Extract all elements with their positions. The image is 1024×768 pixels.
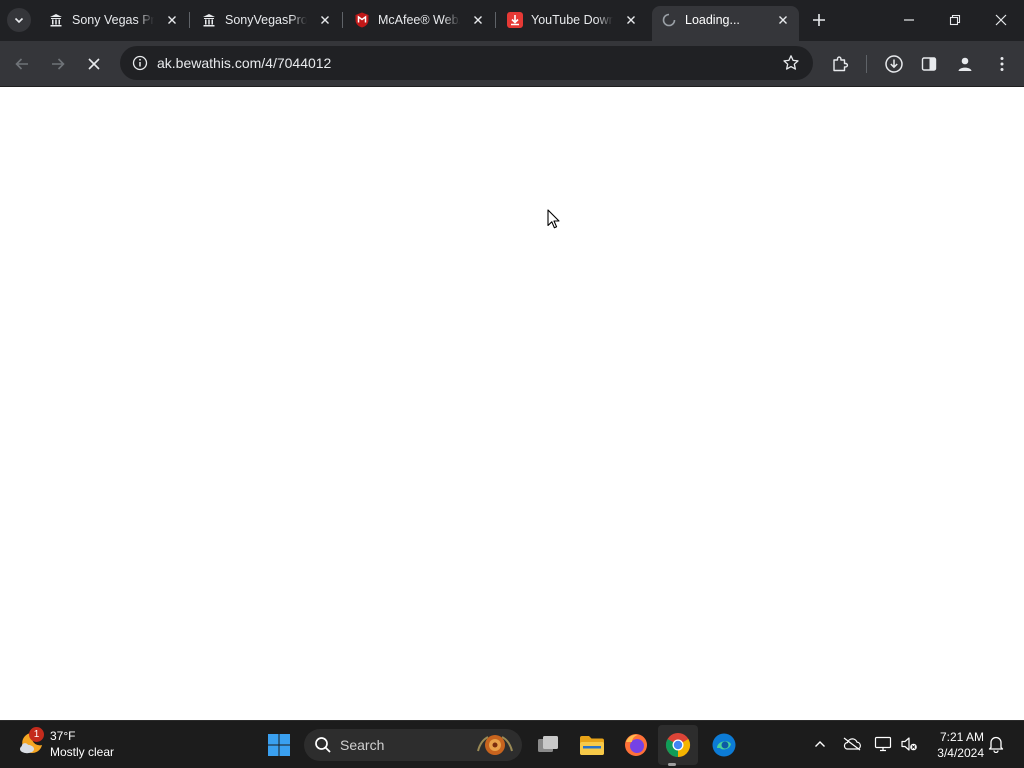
address-bar[interactable]: ak.bewathis.com/4/7044012	[120, 46, 813, 80]
extensions-button[interactable]	[826, 50, 854, 78]
chrome-icon	[665, 733, 691, 757]
tab-search-button[interactable]	[7, 8, 31, 32]
forward-button[interactable]	[44, 50, 72, 78]
close-icon	[88, 58, 100, 70]
chrome-taskbar-button[interactable]	[658, 725, 698, 765]
profile-button[interactable]	[951, 50, 979, 78]
clock-time: 7:21 AM	[939, 730, 984, 744]
network-icon[interactable]	[872, 733, 894, 755]
plus-icon	[813, 14, 825, 26]
chrome-menu-button[interactable]	[988, 50, 1016, 78]
windows-taskbar: 1 37°F Mostly clear Search 7:21 AM 3/4/2…	[0, 720, 1024, 768]
close-icon[interactable]	[317, 12, 333, 28]
minimize-icon	[904, 19, 914, 21]
close-icon[interactable]	[623, 12, 639, 28]
taskbar-search-box[interactable]: Search	[304, 729, 522, 761]
notification-badge: 1	[29, 727, 44, 742]
arrow-left-icon	[15, 58, 28, 70]
restore-icon	[949, 14, 961, 26]
tab-title: Loading...	[685, 13, 740, 27]
stop-loading-button[interactable]	[80, 50, 108, 78]
chevron-up-icon	[815, 741, 825, 747]
person-icon	[958, 57, 972, 71]
back-button[interactable]	[8, 50, 36, 78]
firefox-button[interactable]	[616, 725, 656, 765]
search-label: Search	[340, 737, 385, 753]
task-view-button[interactable]	[528, 725, 568, 765]
tab-strip: Sony Vegas Pro SonyVegasPro1 McAfee® Web…	[0, 0, 1024, 41]
toolbar-separator	[866, 55, 867, 73]
notification-bell-icon[interactable]	[985, 733, 1007, 755]
volume-muted-icon[interactable]	[898, 733, 920, 755]
folder-icon	[580, 736, 604, 755]
downloads-button[interactable]	[880, 50, 908, 78]
weather-condition: Mostly clear	[50, 745, 115, 759]
tab-sonyvegaspro1[interactable]: SonyVegasPro1	[201, 7, 333, 33]
browser-toolbar: ak.bewathis.com/4/7044012	[0, 41, 1024, 87]
mouse-cursor-icon	[547, 209, 560, 229]
more-vert-icon	[1000, 57, 1004, 71]
weather-temperature: 37°F	[50, 729, 76, 743]
side-panel-icon	[921, 57, 937, 71]
side-panel-button[interactable]	[915, 50, 943, 78]
mcafee-shield-icon	[354, 12, 370, 28]
close-icon[interactable]	[775, 12, 791, 28]
edge-icon	[712, 733, 736, 757]
tab-mcafee-webadvisor[interactable]: McAfee® WebAdvisor	[354, 7, 486, 33]
url-text[interactable]: ak.bewathis.com/4/7044012	[157, 55, 331, 71]
tab-title: SonyVegasPro1	[225, 13, 307, 27]
download-icon	[885, 55, 903, 73]
restore-button[interactable]	[932, 0, 978, 40]
close-window-button[interactable]	[978, 0, 1024, 40]
tab-title: Sony Vegas Pro	[72, 13, 154, 27]
close-icon	[995, 14, 1007, 26]
tab-separator	[495, 12, 496, 28]
arrow-right-icon	[52, 58, 65, 70]
onedrive-icon[interactable]	[841, 733, 863, 755]
loading-spinner-icon	[661, 12, 677, 28]
chevron-down-icon	[14, 17, 24, 24]
tab-sony-vegas-pro[interactable]: Sony Vegas Pro	[48, 7, 180, 33]
tab-separator	[342, 12, 343, 28]
page-content	[0, 87, 1024, 720]
tab-separator	[189, 12, 190, 28]
search-icon	[315, 737, 331, 753]
weather-widget[interactable]: 1 37°F Mostly clear	[16, 727, 136, 763]
task-view-icon	[538, 736, 558, 752]
download-icon	[507, 12, 523, 28]
close-icon[interactable]	[470, 12, 486, 28]
site-info-icon[interactable]	[128, 51, 152, 75]
tab-loading[interactable]: Loading...	[661, 7, 791, 33]
active-app-indicator	[668, 763, 676, 766]
start-button[interactable]	[259, 725, 299, 765]
file-explorer-button[interactable]	[572, 725, 612, 765]
system-clock[interactable]: 7:21 AM 3/4/2024	[928, 729, 984, 761]
clock-date: 3/4/2024	[937, 746, 984, 760]
puzzle-icon	[833, 56, 849, 72]
show-hidden-icons-button[interactable]	[809, 733, 831, 755]
minimize-button[interactable]	[886, 0, 932, 40]
bookmark-star-icon[interactable]	[779, 51, 803, 75]
new-tab-button[interactable]	[808, 9, 830, 31]
windows-logo-icon	[268, 734, 290, 756]
bank-icon	[48, 12, 64, 28]
tab-title: YouTube Downloader	[531, 13, 613, 27]
edge-button[interactable]	[704, 725, 744, 765]
firefox-icon	[625, 734, 647, 756]
search-highlight-icon	[477, 735, 513, 755]
bank-icon	[201, 12, 217, 28]
tab-title: McAfee® WebAdvisor	[378, 13, 460, 27]
close-icon[interactable]	[164, 12, 180, 28]
tab-youtube-downloader[interactable]: YouTube Downloader	[507, 7, 639, 33]
